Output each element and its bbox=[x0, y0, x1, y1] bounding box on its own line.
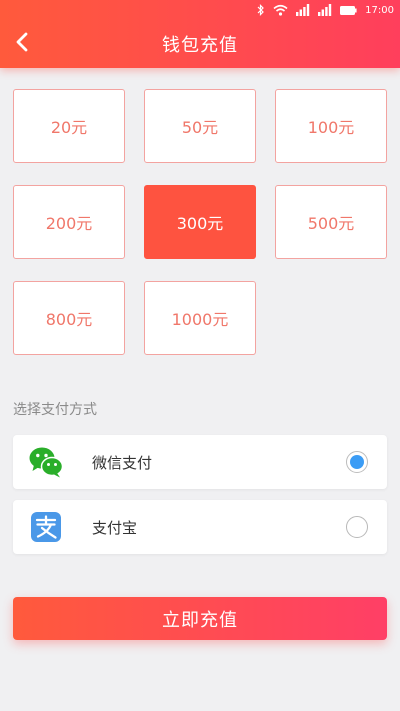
bluetooth-icon bbox=[257, 4, 265, 16]
amount-label: 50元 bbox=[181, 118, 219, 137]
signal-icon bbox=[318, 4, 332, 16]
page-title: 钱包充值 bbox=[162, 35, 238, 56]
amount-option[interactable]: 50元 bbox=[144, 89, 256, 163]
amount-label: 500元 bbox=[307, 214, 355, 233]
chevron-left-icon bbox=[15, 32, 29, 56]
payment-section-title: 选择支付方式 bbox=[13, 402, 97, 418]
status-bar: 17:00 bbox=[0, 0, 400, 20]
payment-option-label: 微信支付 bbox=[92, 453, 153, 472]
amount-option[interactable]: 20元 bbox=[13, 89, 125, 163]
amount-option[interactable]: 500元 bbox=[275, 185, 387, 259]
wifi-icon bbox=[273, 4, 288, 16]
payment-option-wechat[interactable]: 微信支付 bbox=[13, 435, 387, 489]
payment-option-alipay[interactable]: 支付宝 bbox=[13, 500, 387, 554]
navbar: 钱包充值 bbox=[0, 20, 400, 68]
status-time: 17:00 bbox=[365, 4, 394, 16]
radio-unchecked[interactable] bbox=[346, 516, 368, 538]
amount-option[interactable]: 300元 bbox=[144, 185, 256, 259]
amount-label: 300元 bbox=[176, 214, 224, 233]
amount-label: 100元 bbox=[307, 118, 355, 137]
amount-option[interactable]: 200元 bbox=[13, 185, 125, 259]
alipay-icon bbox=[29, 511, 63, 543]
radio-checked[interactable] bbox=[346, 451, 368, 473]
amount-label: 20元 bbox=[50, 118, 88, 137]
amount-label: 800元 bbox=[45, 310, 93, 329]
wechat-icon bbox=[29, 446, 64, 478]
amount-grid: 20元 50元 100元 200元 300元 500元 800元 1000元 bbox=[13, 89, 387, 355]
amount-label: 1000元 bbox=[171, 310, 229, 329]
header: 17:00 钱包充值 bbox=[0, 0, 400, 68]
amount-label: 200元 bbox=[45, 214, 93, 233]
signal-icon bbox=[296, 4, 310, 16]
payment-option-label: 支付宝 bbox=[92, 518, 138, 537]
amount-option[interactable]: 100元 bbox=[275, 89, 387, 163]
amount-option[interactable]: 1000元 bbox=[144, 281, 256, 355]
battery-icon bbox=[340, 5, 357, 15]
recharge-button[interactable]: 立即充值 bbox=[13, 597, 387, 640]
amount-option[interactable]: 800元 bbox=[13, 281, 125, 355]
back-button[interactable] bbox=[6, 28, 38, 60]
